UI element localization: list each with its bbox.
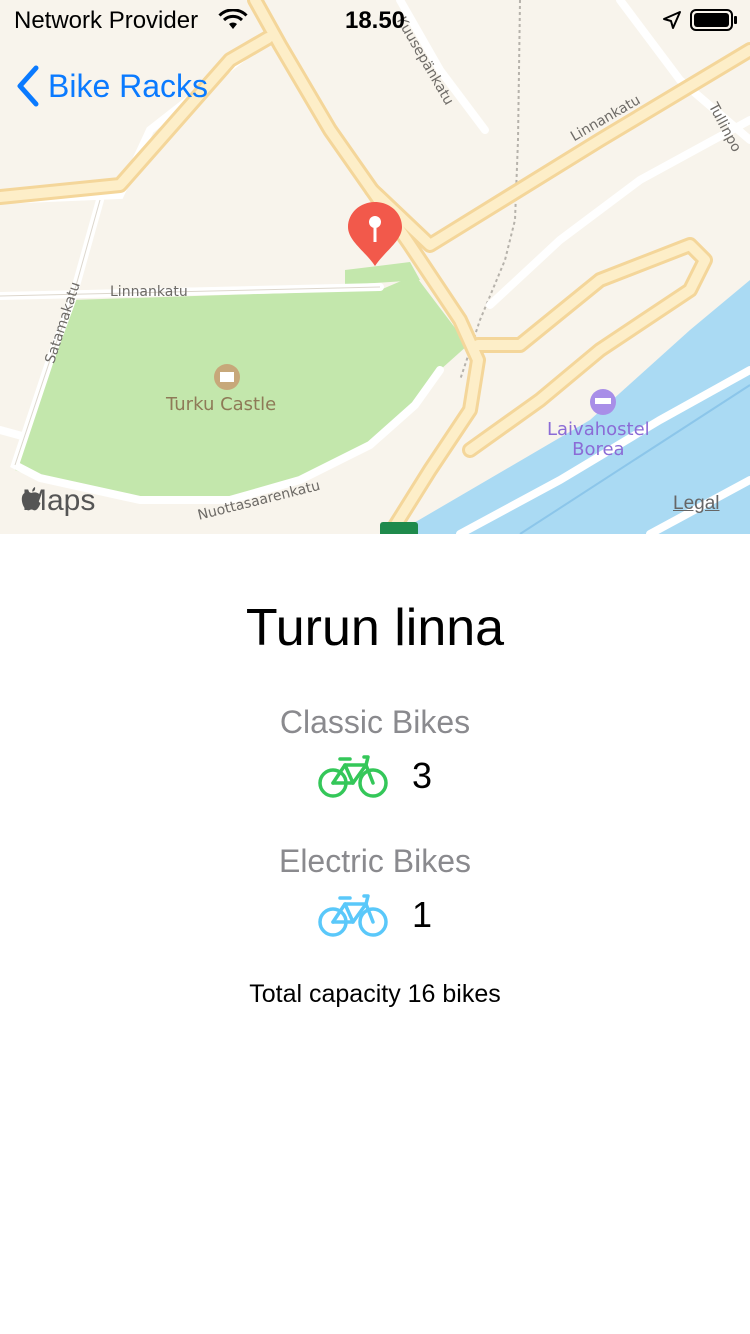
status-bar: Network Provider 18.50 — [0, 0, 750, 40]
chevron-left-icon — [17, 65, 39, 107]
electric-bikes-label: Electric Bikes — [278, 843, 472, 879]
classic-bikes-row: 3 — [0, 750, 750, 802]
location-arrow-icon — [663, 11, 681, 29]
poi-label-hostel-line2: Borea — [572, 439, 625, 460]
back-button-label: Bike Racks — [48, 67, 209, 104]
electric-bikes-count: 1 — [411, 894, 433, 935]
apple-logo-icon — [21, 487, 41, 511]
classic-bikes-label: Classic Bikes — [279, 704, 471, 740]
poi-label-hostel[interactable]: Laivahostel Borea — [547, 420, 650, 460]
legal-link[interactable]: Legal — [673, 493, 720, 515]
clock: 18.50 — [344, 7, 406, 34]
street-label-linnankatu-west: Linnankatu — [110, 284, 188, 300]
station-name: Turun linna — [245, 599, 505, 657]
classic-bicycle-icon — [318, 755, 388, 798]
poi-label-castle[interactable]: Turku Castle — [166, 394, 276, 415]
total-capacity: Total capacity 16 bikes — [249, 980, 501, 1008]
back-button[interactable]: Bike Racks — [14, 58, 208, 114]
station-details: Turun linna Classic Bikes 3 Electric Bik… — [0, 534, 750, 1334]
map-pin-icon[interactable] — [346, 200, 404, 268]
classic-bikes-count: 3 — [411, 755, 433, 796]
poi-label-hostel-line1: Laivahostel — [547, 419, 650, 440]
maps-logo: Maps — [20, 484, 95, 518]
electric-bicycle-icon — [318, 894, 388, 937]
battery-icon — [690, 9, 737, 31]
electric-bikes-row: 1 — [0, 889, 750, 941]
